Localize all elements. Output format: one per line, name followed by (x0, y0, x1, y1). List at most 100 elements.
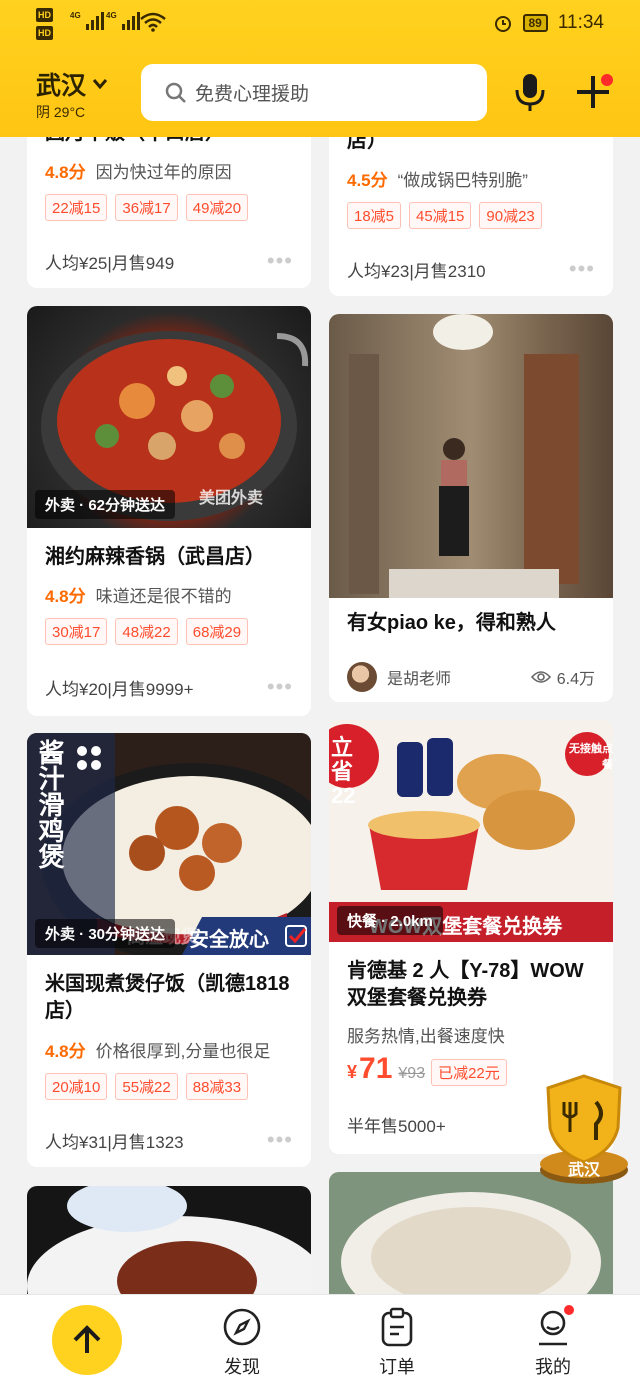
restaurant-card[interactable] (27, 1186, 311, 1306)
rating-row: 4.8分 因为快过年的原因 (27, 158, 250, 183)
view-count: 6.4万 (530, 665, 595, 689)
review-snippet: “做成锅巴特别脆” (397, 171, 528, 190)
chevron-down-icon (92, 79, 108, 90)
price-sales: 人均¥20|月售9999+ (45, 679, 194, 699)
discount-tag: 90减23 (479, 202, 542, 229)
back-to-top-button[interactable] (52, 1305, 122, 1375)
restaurant-card[interactable] (329, 1172, 613, 1306)
microphone-icon[interactable] (512, 72, 548, 112)
rating-score: 4.8分 (45, 1042, 86, 1061)
discount-tag: 88减33 (185, 1073, 249, 1100)
food-image: 立省 22 无接触点餐 WOW双堡套餐兑换券 快餐 · 2.0km (329, 720, 613, 942)
city-name: 武汉 (36, 72, 87, 100)
nav-orders[interactable]: 订单 (357, 1307, 437, 1379)
card-title: 肯德基 2 人【Y-78】WOW双堡套餐兑换券 (347, 960, 584, 1009)
sales: 半年售5000+ (347, 1117, 446, 1136)
signal-icon (86, 12, 104, 30)
more-icon[interactable]: ••• (569, 256, 595, 282)
discount-tag: 20减10 (45, 1073, 108, 1100)
card-footer: 人均¥25|月售949 ••• (27, 248, 311, 274)
clock: 11:34 (557, 12, 604, 33)
status-bar: HD HD 4G 4G 89 11:34 (0, 0, 640, 50)
discount-tag: 30减17 (45, 618, 108, 645)
review-snippet: 味道还是很不错的 (95, 587, 232, 606)
wifi-icon (140, 12, 166, 32)
brand-logo (72, 741, 106, 775)
post-title: 有女piao ke，得和熟人 (347, 612, 556, 634)
delivery-tag: 外卖 · 30分钟送达 (35, 919, 176, 948)
eye-icon (530, 671, 551, 683)
nav-label: 我的 (535, 1357, 571, 1377)
rating-row: 4.8分 价格很厚到,分量也很足 (27, 1037, 288, 1062)
hd-badge: HD (36, 8, 53, 22)
city-selector[interactable]: 武汉 (36, 66, 108, 102)
price-sales: 人均¥25|月售949 (45, 253, 175, 273)
discount-tags: 30减17 48减22 68减29 (27, 618, 266, 645)
arrow-up-icon (73, 1325, 101, 1353)
review-snippet: 价格很厚到,分量也很足 (95, 1042, 271, 1061)
weather-text: 阴 29°C (36, 104, 86, 120)
promo-right: 无接触点餐 (569, 743, 613, 771)
network-type: 4G (106, 11, 117, 20)
mirror-selfie-illustration (349, 314, 579, 598)
deal-desc: 服务热情,出餐速度快 (347, 1027, 505, 1046)
fish-dish-illustration (329, 1172, 613, 1306)
author-name: 是胡老师 (387, 671, 452, 688)
post-image (329, 314, 613, 598)
discount-tag: 68减29 (185, 618, 249, 645)
food-image: 酱汁滑鸡煲 安全放心 高温现煲 外卖 · 30分钟送达 (27, 733, 311, 955)
discount-tag: 55减22 (115, 1073, 178, 1100)
more-icon[interactable]: ••• (267, 674, 293, 700)
card-footer: 人均¥23|月售2310 ••• (329, 256, 613, 282)
restaurant-card[interactable]: 外卖 · 62分钟送达 美团外卖 湘约麻辣香锅（武昌店） 4.8分 味道还是很不… (27, 306, 311, 716)
search-bar[interactable]: 免费心理援助 (141, 64, 487, 121)
nav-discover[interactable]: 发现 (202, 1307, 282, 1379)
post-card[interactable]: 有女piao ke，得和熟人 是胡老师 6.4万 (329, 314, 613, 702)
more-icon[interactable]: ••• (267, 1127, 293, 1153)
views-text: 6.4万 (556, 671, 595, 688)
nav-label: 订单 (379, 1357, 415, 1377)
rating-score: 4.8分 (45, 163, 86, 182)
promo-left: 立省 22 (331, 735, 356, 808)
hd-badge: HD (36, 26, 53, 40)
discount-tag: 45减15 (409, 202, 472, 229)
bottom-nav: 发现 订单 我的 (0, 1294, 640, 1386)
clipboard-icon (381, 1307, 413, 1347)
discount-tag: 22减15 (45, 194, 108, 221)
rating-row: 4.8分 味道还是很不错的 (27, 582, 250, 607)
dish-illustration (27, 1186, 311, 1306)
card-footer: 人均¥31|月售1323 ••• (27, 1127, 311, 1153)
watermark: 美团外卖 (199, 490, 264, 507)
price: 71 (359, 1052, 393, 1085)
review-snippet: 因为快过年的原因 (95, 163, 232, 182)
notification-dot (601, 74, 613, 86)
check-icon (285, 925, 307, 947)
logo-icon (77, 746, 101, 770)
compass-icon (223, 1308, 261, 1346)
price-sales: 人均¥23|月售2310 (347, 261, 486, 281)
rating-row: 4.5分 “做成锅巴特别脆” (329, 166, 546, 191)
delivery-tag: 外卖 · 62分钟送达 (35, 490, 176, 519)
alarm-icon (494, 16, 511, 32)
overlay-title: 酱汁滑鸡煲 (35, 739, 65, 869)
battery-indicator: 89 (522, 14, 548, 32)
city-badge[interactable]: 武汉 (538, 1074, 630, 1188)
discount-tag: 36减17 (115, 194, 178, 221)
avatar (347, 662, 377, 692)
discount-tags: 20减10 55减22 88减33 (27, 1073, 266, 1100)
discount-tag: 48减22 (115, 618, 178, 645)
sim-status: HD HD (36, 8, 53, 40)
price-row: ¥ 71 ¥93 已减22元 (347, 1052, 507, 1086)
network-type: 4G (70, 11, 81, 20)
nav-mine[interactable]: 我的 (513, 1307, 593, 1379)
delivery-tag: 快餐 · 2.0km (337, 906, 443, 935)
discount-tag: 18减5 (347, 202, 402, 229)
badge-label: 武汉 (567, 1162, 600, 1179)
card-footer: 人均¥20|月售9999+ ••• (27, 674, 311, 700)
author[interactable]: 是胡老师 (347, 662, 451, 692)
card-title: 湘约麻辣香锅（武昌店） (45, 546, 265, 568)
post-meta: 是胡老师 6.4万 (347, 662, 595, 692)
more-icon[interactable]: ••• (267, 248, 293, 274)
card-title: 米国现煮煲仔饭（凯德1818店） (45, 973, 290, 1022)
restaurant-card[interactable]: 酱汁滑鸡煲 安全放心 高温现煲 外卖 · 30分钟送达 米国现煮煲仔饭（凯德18… (27, 733, 311, 1167)
